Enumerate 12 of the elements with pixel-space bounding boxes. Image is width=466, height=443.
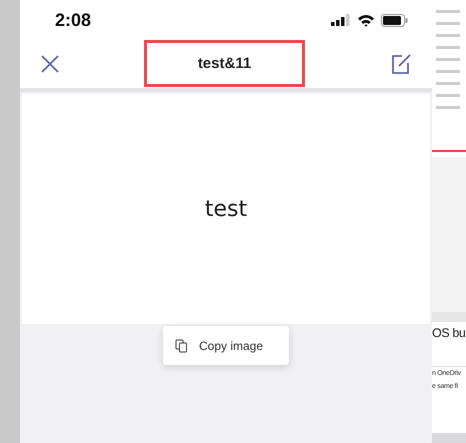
page-panel xyxy=(432,433,466,443)
image-text: test xyxy=(204,196,248,222)
battery-icon xyxy=(381,14,408,26)
edit-icon[interactable] xyxy=(390,53,412,75)
wifi-icon xyxy=(357,14,375,26)
image-title: test&11 xyxy=(198,54,252,72)
signal-icon xyxy=(331,14,351,26)
menu-item[interactable]: Copy image xyxy=(163,338,276,352)
copy-icon xyxy=(175,338,188,352)
close-icon[interactable] xyxy=(41,55,59,73)
status-time: 2:08 xyxy=(55,10,92,30)
page-heading: OS bu xyxy=(432,325,466,342)
